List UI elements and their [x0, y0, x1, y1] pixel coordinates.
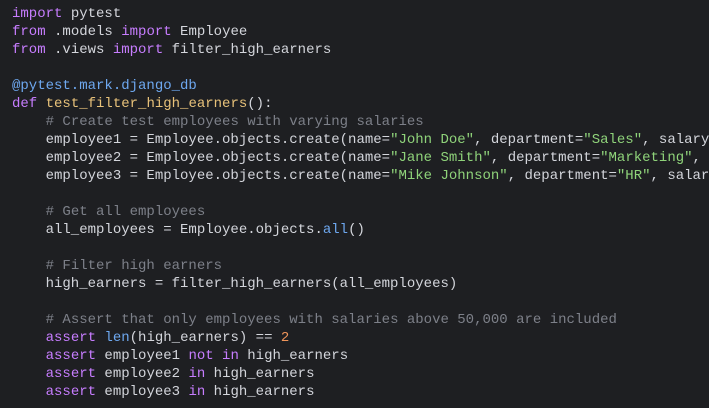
code-text: (): — [247, 96, 273, 112]
keyword-token: from — [12, 24, 46, 40]
number-token: 2 — [280, 330, 290, 346]
code-line[interactable]: from .views import filter_high_earners — [12, 41, 709, 59]
code-text: employee1 — [96, 348, 189, 364]
code-text: pytest — [62, 6, 122, 22]
code-text: , department= — [474, 132, 584, 148]
code-text: , salar — [650, 168, 709, 184]
code-text: high_earners = filter_high_earners(all_e… — [12, 276, 458, 292]
keyword-token: not in — [188, 348, 239, 364]
code-text: employee2 — [96, 366, 189, 382]
code-text: , department= — [507, 168, 617, 184]
code-line[interactable]: import pytest — [12, 5, 709, 23]
code-line[interactable]: def test_filter_high_earners(): — [12, 95, 709, 113]
keyword-token: assert — [45, 330, 97, 346]
code-text: employee2 = Employee.objects.create(name… — [12, 150, 391, 166]
builtin-token: len — [104, 330, 130, 346]
code-text: high_earners — [205, 366, 315, 382]
code-line[interactable] — [12, 293, 709, 311]
keyword-token: in — [188, 366, 206, 382]
code-text: Employee — [171, 24, 248, 40]
code-text: () — [348, 222, 365, 238]
code-line[interactable] — [12, 185, 709, 203]
code-line[interactable]: # Get all employees — [12, 203, 709, 221]
keyword-token: assert — [45, 366, 97, 382]
keyword-token: assert — [45, 348, 97, 364]
string-token: "John Doe" — [390, 132, 475, 148]
code-text: high_earners — [205, 384, 315, 400]
code-line[interactable] — [12, 239, 709, 257]
keyword-token: import — [12, 6, 63, 22]
string-token: "Mike Johnson" — [390, 168, 508, 184]
comment-token: # Get all employees — [45, 204, 206, 220]
code-line[interactable]: employee2 = Employee.objects.create(name… — [12, 149, 709, 167]
keyword-token: from — [12, 42, 46, 58]
comment-token: # Filter high earners — [45, 258, 223, 274]
code-line[interactable]: @pytest.mark.django_db — [12, 77, 709, 95]
code-line[interactable]: # Assert that only employees with salari… — [12, 311, 709, 329]
comment-token: # Assert that only employees with salari… — [45, 312, 617, 328]
code-line[interactable]: high_earners = filter_high_earners(all_e… — [12, 275, 709, 293]
string-token: "Sales" — [583, 132, 643, 148]
keyword-token: def — [12, 96, 38, 112]
string-token: "Marketing" — [600, 150, 693, 166]
comment-token: # Create test employees with varying sal… — [45, 114, 424, 130]
code-line[interactable]: assert len(high_earners) == 2 — [12, 329, 709, 347]
code-text: (high_earners) == — [129, 330, 281, 346]
code-line[interactable]: # Filter high earners — [12, 257, 709, 275]
code-text: all_employees = Employee.objects. — [12, 222, 323, 238]
string-token: "HR" — [616, 168, 651, 184]
code-line[interactable]: assert employee1 not in high_earners — [12, 347, 709, 365]
keyword-token: in — [188, 384, 206, 400]
code-text: , department= — [490, 150, 601, 166]
code-line[interactable]: employee3 = Employee.objects.create(name… — [12, 167, 709, 185]
code-editor[interactable]: import pytest from .models import Employe… — [12, 5, 709, 401]
builtin-token: all — [322, 222, 349, 238]
keyword-token: import — [121, 24, 172, 40]
code-text: employee3 = Employee.objects.create(name… — [12, 168, 391, 184]
code-text: employee3 — [96, 384, 189, 400]
code-text: , — [692, 150, 701, 166]
function-name-token: test_filter_high_earners — [45, 96, 248, 112]
code-line[interactable] — [12, 59, 709, 77]
code-line[interactable]: all_employees = Employee.objects.all() — [12, 221, 709, 239]
code-text: , salary — [642, 132, 709, 148]
code-line[interactable]: employee1 = Employee.objects.create(name… — [12, 131, 709, 149]
code-line[interactable]: # Create test employees with varying sal… — [12, 113, 709, 131]
code-text: .models — [45, 24, 122, 40]
keyword-token: import — [112, 42, 164, 58]
keyword-token: assert — [45, 384, 97, 400]
code-line[interactable]: from .models import Employee — [12, 23, 709, 41]
code-text: high_earners — [238, 348, 349, 364]
code-text: employee1 = Employee.objects.create(name… — [12, 132, 391, 148]
code-text: filter_high_earners — [163, 42, 332, 58]
string-token: "Jane Smith" — [390, 150, 491, 166]
code-line[interactable]: assert employee3 in high_earners — [12, 383, 709, 401]
decorator-token: @pytest.mark.django_db — [12, 78, 197, 94]
code-line[interactable]: assert employee2 in high_earners — [12, 365, 709, 383]
code-text: .views — [45, 42, 113, 58]
